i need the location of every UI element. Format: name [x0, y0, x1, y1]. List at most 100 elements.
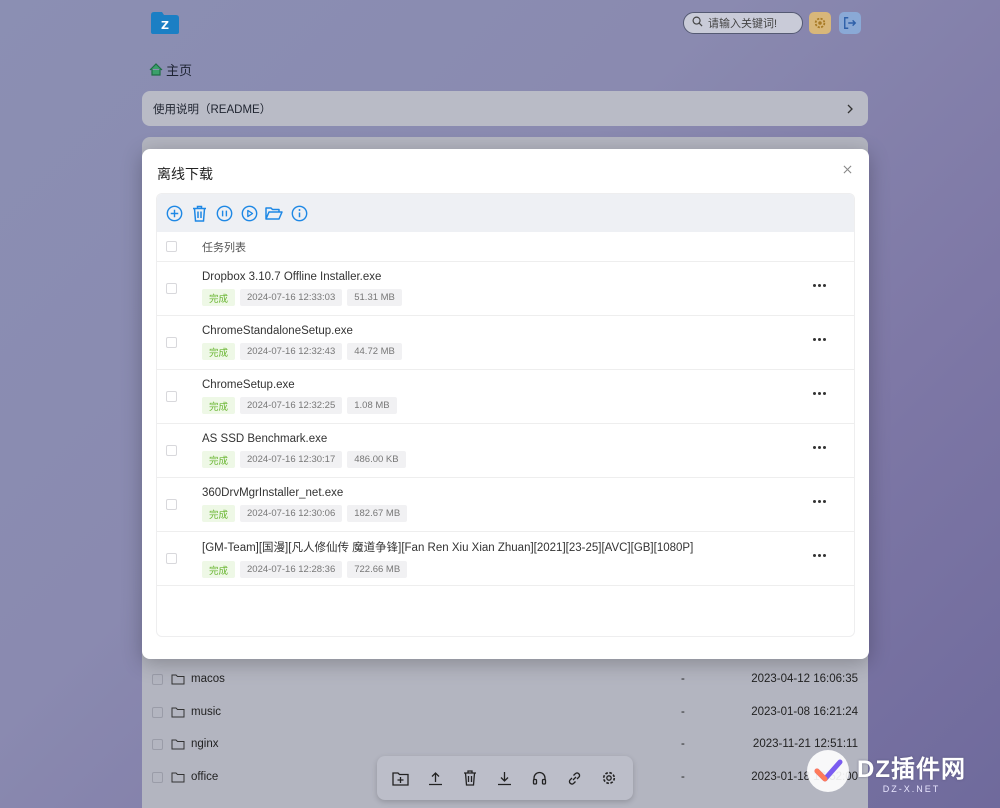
task-checkbox[interactable] [166, 283, 177, 294]
close-button[interactable] [839, 161, 855, 177]
task-panel: 任务列表 Dropbox 3.10.7 Offline Installer.ex… [156, 193, 855, 637]
breadcrumb-home-label: 主页 [166, 63, 193, 78]
svg-text:Z: Z [161, 19, 169, 32]
folder-open-icon[interactable] [265, 204, 283, 222]
task-time: 2024-07-16 12:30:06 [240, 505, 343, 522]
list-header-label: 任务列表 [202, 241, 246, 254]
download-icon[interactable] [491, 764, 519, 792]
upload-icon[interactable] [421, 764, 449, 792]
task-name: ChromeStandaloneSetup.exe [202, 325, 353, 337]
file-name[interactable]: nginx [191, 738, 681, 750]
task-checkbox[interactable] [166, 445, 177, 456]
file-date: 2023-01-08 16:21:24 [751, 706, 858, 718]
more-icon[interactable] [813, 284, 826, 287]
dialog-title: 离线下载 [157, 166, 213, 182]
pause-icon[interactable] [215, 204, 233, 222]
more-icon[interactable] [813, 500, 826, 503]
task-size: 44.72 MB [347, 343, 402, 360]
file-name[interactable]: macos [191, 673, 681, 685]
offline-download-dialog: 离线下载 任务列表 Dropbox 3.10.7 Offline Install… [142, 149, 869, 659]
file-name[interactable]: music [191, 706, 681, 718]
task-row[interactable]: AS SSD Benchmark.exe 完成 2024-07-16 12:30… [157, 424, 854, 478]
file-size: - [681, 771, 685, 783]
task-toolbar [157, 194, 854, 232]
select-all-checkbox[interactable] [166, 241, 177, 252]
breadcrumb[interactable]: 主页 [149, 60, 192, 79]
status-badge: 完成 [202, 289, 236, 306]
task-size: 51.31 MB [347, 289, 402, 306]
home-icon [149, 63, 163, 76]
search-icon [692, 16, 703, 30]
task-time: 2024-07-16 12:28:36 [240, 561, 343, 578]
settings-button[interactable] [809, 12, 831, 34]
more-icon[interactable] [813, 554, 826, 557]
task-row[interactable]: ChromeSetup.exe 完成 2024-07-16 12:32:25 1… [157, 370, 854, 424]
folder-icon [171, 707, 185, 718]
task-row[interactable]: Dropbox 3.10.7 Offline Installer.exe 完成 … [157, 262, 854, 316]
task-size: 722.66 MB [347, 561, 408, 578]
task-checkbox[interactable] [166, 499, 177, 510]
task-time: 2024-07-16 12:30:17 [240, 451, 343, 468]
floating-action-bar [377, 756, 633, 800]
readme-label: 使用说明（README） [153, 103, 272, 116]
search-placeholder: 请输入关键词! [708, 18, 778, 30]
gear-icon [814, 17, 826, 29]
task-checkbox[interactable] [166, 391, 177, 402]
logout-button[interactable] [839, 12, 861, 34]
task-row[interactable]: ChromeStandaloneSetup.exe 完成 2024-07-16 … [157, 316, 854, 370]
task-name: AS SSD Benchmark.exe [202, 433, 328, 445]
list-header: 任务列表 [157, 232, 854, 262]
more-icon[interactable] [813, 392, 826, 395]
task-checkbox[interactable] [166, 337, 177, 348]
table-row[interactable]: music - 2023-01-08 16:21:24 [152, 696, 858, 728]
app-logo-icon[interactable]: Z [150, 11, 180, 35]
logout-icon [844, 17, 857, 29]
info-icon[interactable] [290, 204, 308, 222]
row-checkbox[interactable] [152, 673, 163, 685]
link-icon[interactable] [561, 764, 589, 792]
watermark-logo: DZ插件网 DZ-X.NET [805, 738, 995, 804]
search-input[interactable]: 请输入关键词! [683, 12, 803, 34]
task-checkbox[interactable] [166, 553, 177, 564]
task-name: Dropbox 3.10.7 Offline Installer.exe [202, 271, 382, 283]
task-size: 486.00 KB [347, 451, 406, 468]
folder-icon [171, 739, 185, 750]
headset-icon[interactable] [526, 764, 554, 792]
file-size: - [681, 673, 685, 685]
more-icon[interactable] [813, 338, 826, 341]
gear-icon[interactable] [595, 764, 623, 792]
close-icon [843, 165, 851, 173]
more-icon[interactable] [813, 446, 826, 449]
task-row[interactable]: [GM-Team][国漫][凡人修仙传 魔道争锋][Fan Ren Xiu Xi… [157, 532, 854, 586]
task-name: [GM-Team][国漫][凡人修仙传 魔道争锋][Fan Ren Xiu Xi… [202, 542, 694, 554]
file-size: - [681, 738, 685, 750]
play-icon[interactable] [240, 204, 258, 222]
trash-icon[interactable] [456, 764, 484, 792]
new-folder-icon[interactable] [386, 764, 414, 792]
watermark-main-text: DZ插件网 [857, 755, 966, 783]
readme-bar[interactable]: 使用说明（README） [142, 91, 868, 126]
add-icon[interactable] [165, 204, 183, 222]
task-time: 2024-07-16 12:32:25 [240, 397, 343, 414]
watermark-sub-text: DZ-X.NET [882, 783, 941, 794]
status-badge: 完成 [202, 343, 236, 360]
folder-icon [171, 674, 185, 685]
file-date: 2023-04-12 16:06:35 [751, 673, 858, 685]
task-name: ChromeSetup.exe [202, 379, 295, 391]
table-row[interactable]: macos - 2023-04-12 16:06:35 [152, 663, 858, 695]
row-checkbox[interactable] [152, 771, 163, 783]
task-time: 2024-07-16 12:33:03 [240, 289, 343, 306]
task-time: 2024-07-16 12:32:43 [240, 343, 343, 360]
task-size: 1.08 MB [347, 397, 397, 414]
chevron-right-icon [847, 104, 853, 113]
file-size: - [681, 706, 685, 718]
task-name: 360DrvMgrInstaller_net.exe [202, 487, 344, 499]
status-badge: 完成 [202, 451, 236, 468]
status-badge: 完成 [202, 561, 236, 578]
trash-icon[interactable] [190, 204, 208, 222]
task-size: 182.67 MB [347, 505, 408, 522]
row-checkbox[interactable] [152, 738, 163, 750]
status-badge: 完成 [202, 505, 236, 522]
row-checkbox[interactable] [152, 706, 163, 718]
task-row[interactable]: 360DrvMgrInstaller_net.exe 完成 2024-07-16… [157, 478, 854, 532]
